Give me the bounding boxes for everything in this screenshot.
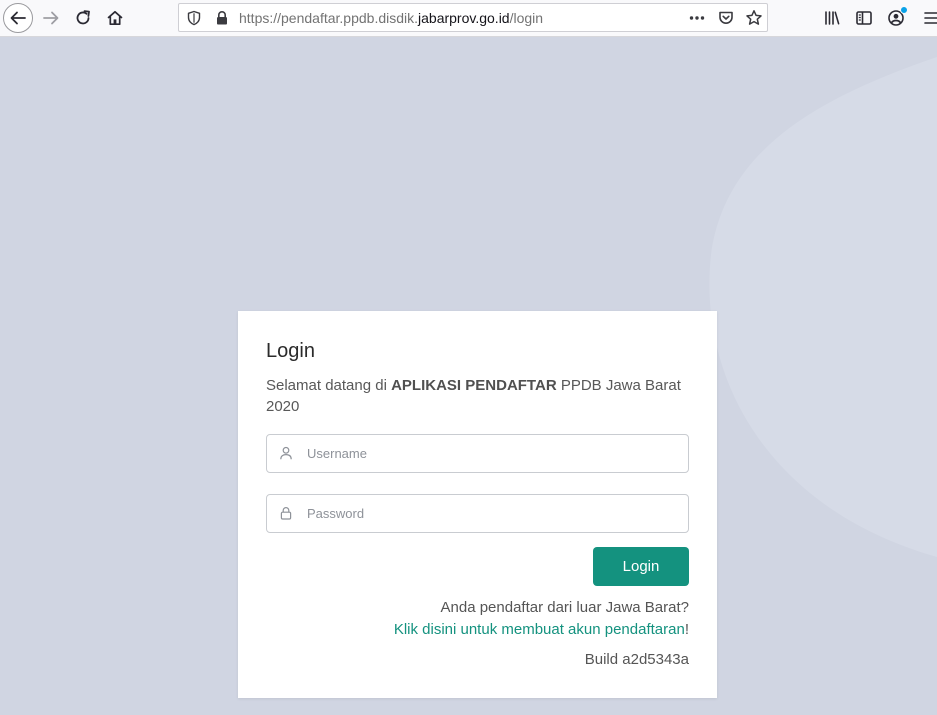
app-name: APLIKASI PENDAFTAR (391, 377, 557, 394)
sidebar-icon (856, 11, 872, 25)
pocket-icon[interactable] (716, 8, 736, 28)
account-notification-badge (900, 6, 908, 14)
password-input[interactable] (307, 495, 677, 532)
external-registrant-question: Anda pendaftar dari luar Jawa Barat? (440, 599, 690, 616)
user-icon (277, 444, 295, 462)
padlock-icon (277, 504, 295, 522)
library-button[interactable] (817, 3, 847, 33)
home-button[interactable] (100, 3, 130, 33)
sidebar-button[interactable] (849, 3, 879, 33)
browser-toolbar: https://pendaftar.ppdb.disdik.jabarprov.… (0, 0, 937, 37)
login-button[interactable]: Login (593, 547, 689, 586)
login-card: Login Selamat datang di APLIKASI PENDAFT… (238, 311, 717, 698)
password-field[interactable] (266, 494, 689, 533)
reload-icon (76, 10, 90, 25)
reload-button[interactable] (68, 3, 98, 33)
username-input[interactable] (307, 435, 677, 472)
forward-arrow-icon (43, 11, 59, 25)
tracking-shield-icon[interactable] (184, 8, 204, 28)
more-actions-icon[interactable] (687, 8, 707, 28)
account-button[interactable] (881, 3, 911, 33)
url-bar[interactable]: https://pendaftar.ppdb.disdik.jabarprov.… (178, 3, 768, 32)
back-arrow-icon (10, 11, 26, 25)
login-title: Login (266, 340, 315, 362)
bookmark-star-icon[interactable] (744, 8, 764, 28)
menu-button[interactable] (917, 3, 937, 33)
username-field[interactable] (266, 434, 689, 473)
url-text[interactable]: https://pendaftar.ppdb.disdik.jabarprov.… (239, 10, 543, 26)
build-version: Build a2d5343a (584, 651, 689, 668)
home-icon (107, 10, 123, 26)
library-icon (825, 11, 840, 25)
lock-icon[interactable] (212, 8, 232, 28)
hamburger-menu-icon (924, 12, 937, 24)
welcome-text: Selamat datang di APLIKASI PENDAFTAR PPD… (266, 377, 681, 415)
forward-button[interactable] (36, 3, 66, 33)
create-account-link[interactable]: Klik disini untuk membuat akun pendaftar… (394, 621, 689, 639)
page-content: Login Selamat datang di APLIKASI PENDAFT… (0, 37, 937, 715)
back-button[interactable] (3, 3, 33, 33)
